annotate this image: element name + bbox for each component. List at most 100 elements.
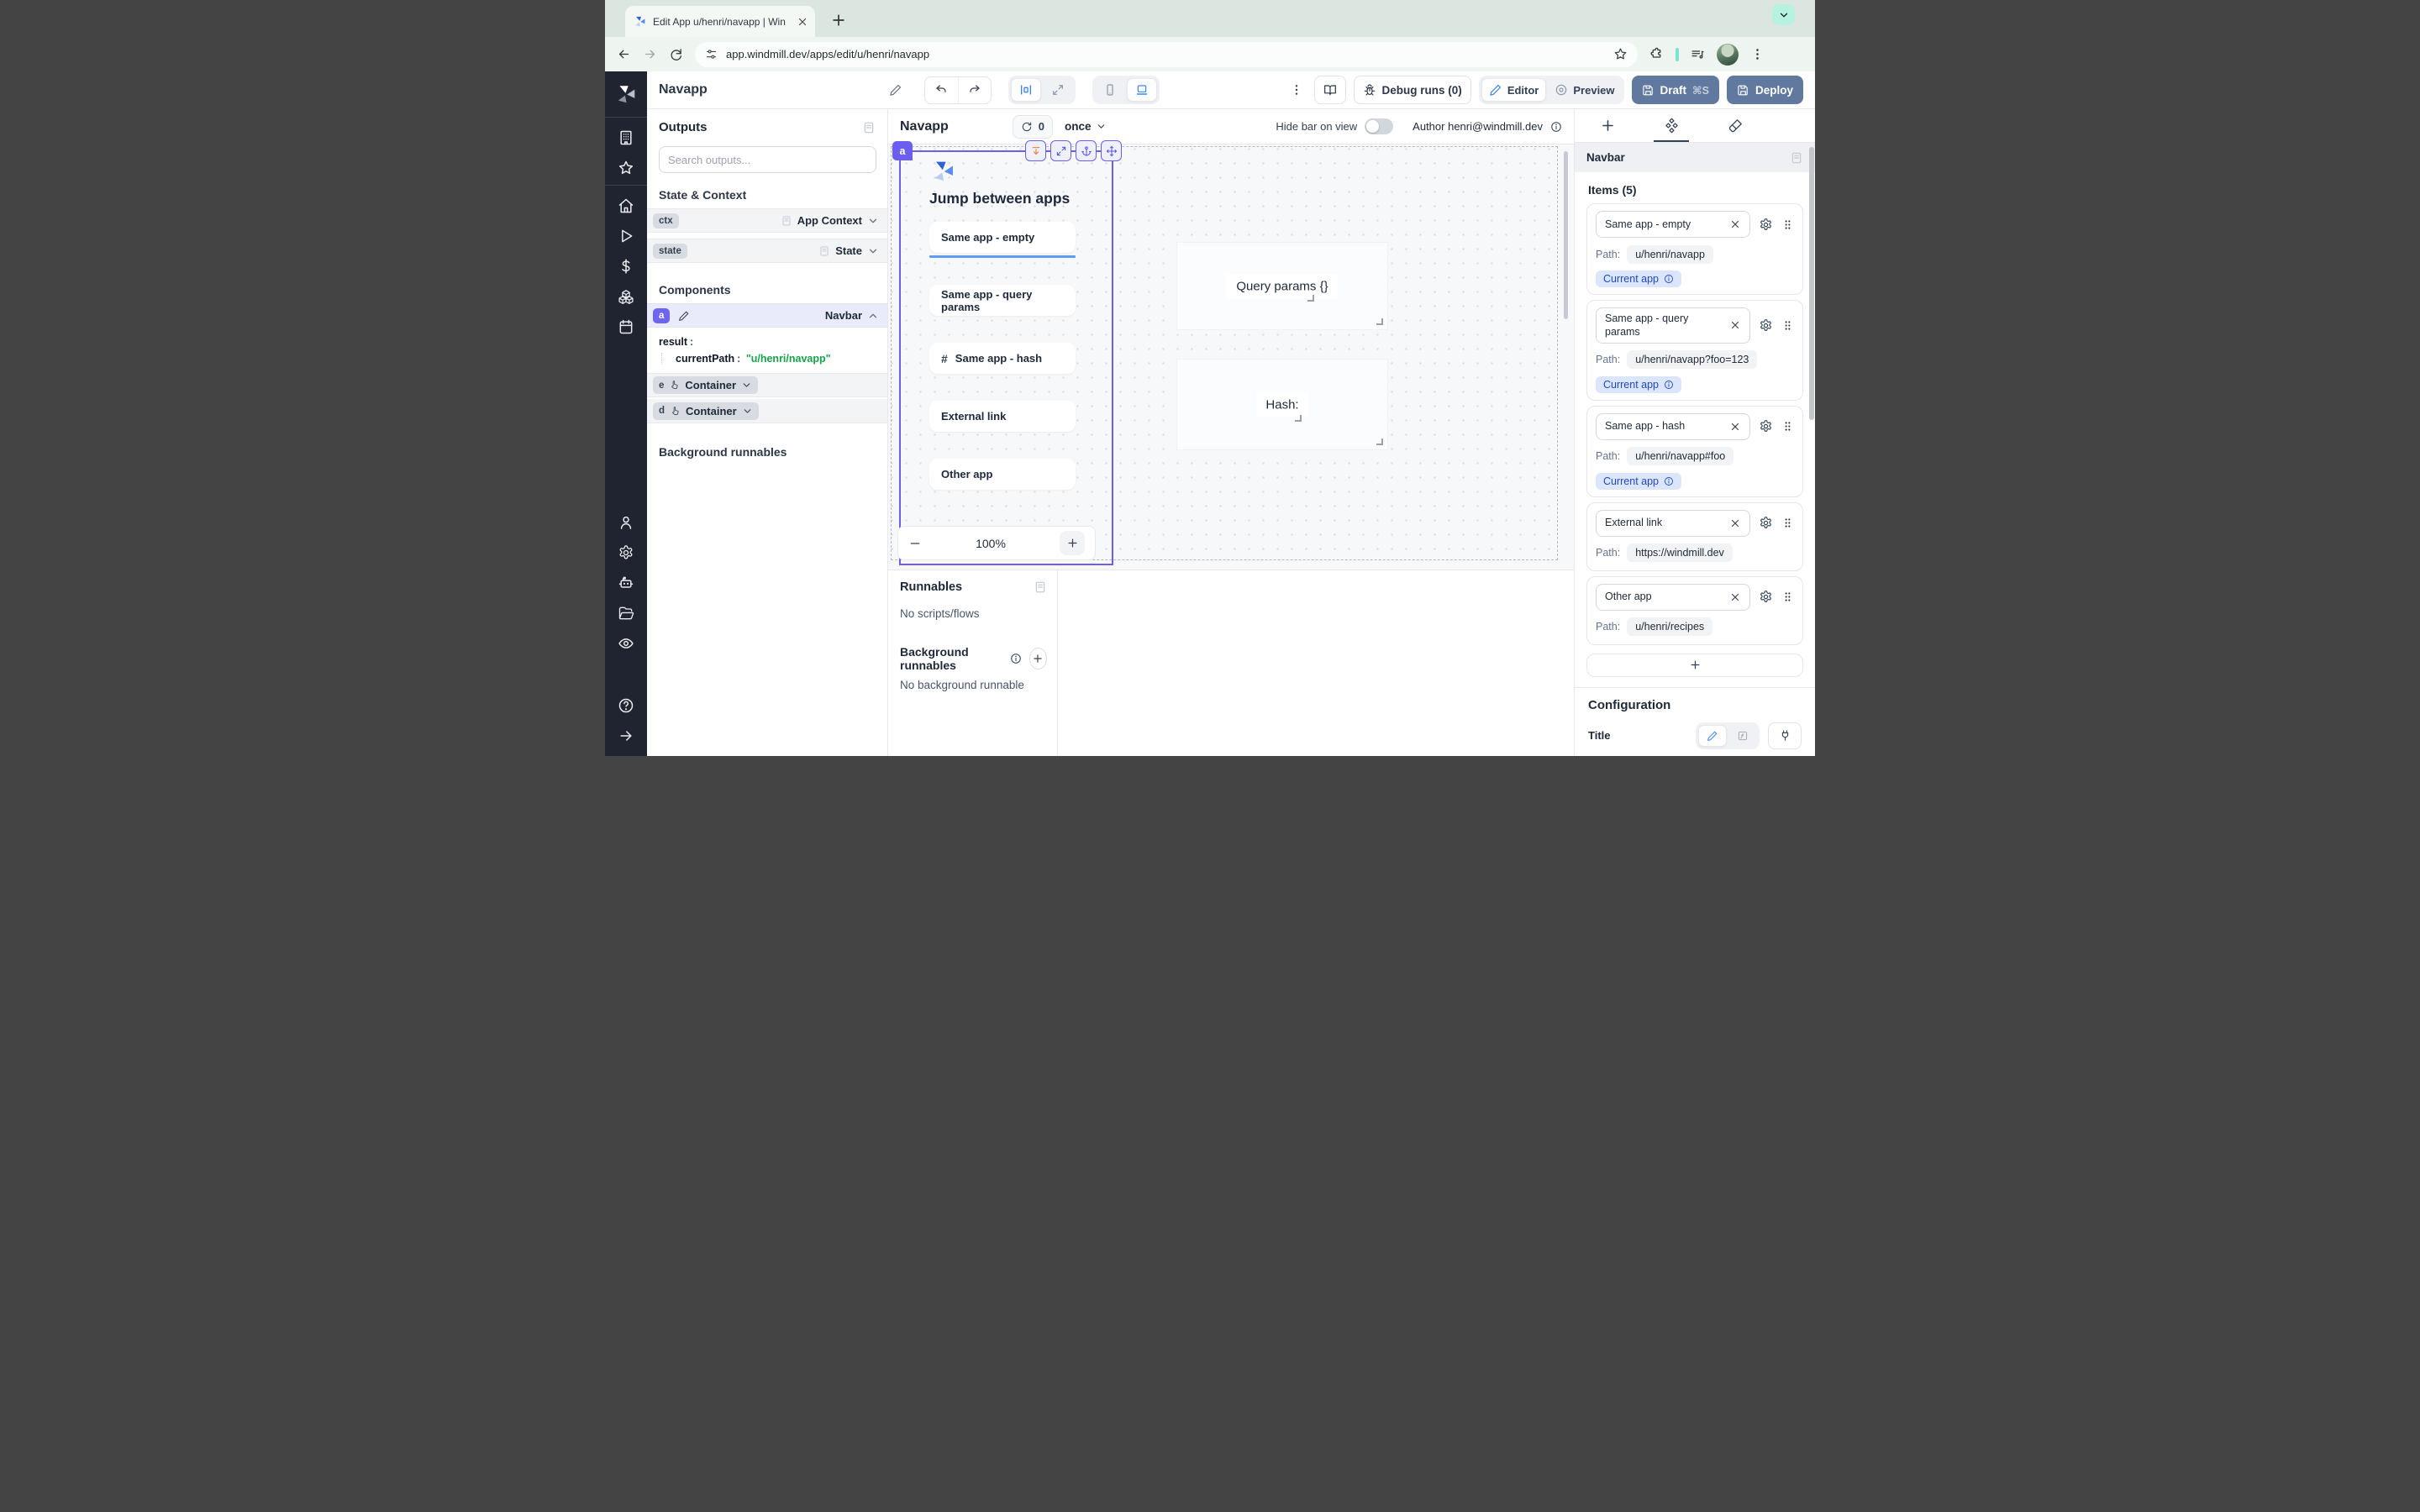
sidebar-item-runs-icon[interactable] [618, 228, 634, 244]
path-value[interactable]: u/henri/navapp?foo=123 [1627, 350, 1757, 369]
sidebar-item-home-icon[interactable] [618, 197, 634, 214]
app-nav-button[interactable]: Other app [929, 459, 1076, 490]
redo-button[interactable] [958, 77, 991, 103]
panel-doc-icon[interactable] [1790, 151, 1803, 165]
back-icon[interactable] [617, 47, 631, 61]
sidebar-item-variables-icon[interactable] [618, 258, 634, 275]
resize-handle[interactable] [1295, 415, 1302, 422]
draft-button[interactable]: Draft ⌘S [1632, 76, 1719, 104]
mobile-view-button[interactable] [1095, 78, 1125, 102]
deploy-button[interactable]: Deploy [1727, 76, 1803, 104]
bookmark-star-icon[interactable] [1613, 47, 1628, 61]
panel-doc-icon[interactable] [1034, 580, 1047, 594]
add-background-runnable-button[interactable] [1029, 648, 1047, 669]
search-outputs-input[interactable] [659, 146, 876, 173]
canvas-grid[interactable]: a Jump between apps Same app - emptySame… [891, 146, 1558, 560]
drag-handle-icon[interactable] [1781, 517, 1794, 529]
drag-handle-icon[interactable] [1781, 218, 1794, 231]
reload-icon[interactable] [669, 47, 683, 61]
zoom-in-button[interactable] [1060, 531, 1085, 555]
nav-item-label-pill[interactable]: External link [1596, 510, 1750, 537]
tab-strip-chevron-button[interactable] [1772, 4, 1795, 25]
sidebar-help-icon[interactable] [618, 697, 634, 714]
editor-tab[interactable]: Editor [1481, 78, 1547, 102]
chevron-down-icon[interactable] [867, 245, 879, 257]
site-settings-icon[interactable] [705, 48, 718, 60]
drag-handle-icon[interactable] [1781, 319, 1794, 332]
hash-container[interactable]: Hash: [1176, 359, 1388, 450]
tab-component-settings[interactable] [1654, 109, 1689, 142]
path-value[interactable]: u/henri/navapp#foo [1627, 447, 1733, 465]
app-nav-button[interactable]: Same app - query params [929, 285, 1076, 316]
windmill-logo[interactable] [615, 83, 637, 105]
sidebar-expand-icon[interactable] [618, 727, 634, 744]
add-nav-item-button[interactable] [1586, 654, 1803, 677]
undo-button[interactable] [925, 77, 958, 103]
expression-mode-button[interactable] [1728, 725, 1757, 747]
nav-item-label-pill[interactable]: Same app - hash [1596, 413, 1750, 440]
nav-item-label-pill[interactable]: Other app [1596, 584, 1750, 611]
remove-item-icon[interactable] [1729, 591, 1741, 603]
browser-menu-icon[interactable] [1750, 47, 1765, 61]
item-settings-gear-icon[interactable] [1759, 516, 1773, 530]
chevron-down-icon[interactable] [741, 380, 752, 391]
ctx-row[interactable]: ctx App Context [647, 208, 887, 233]
sidebar-item-workspace-icon[interactable] [618, 129, 634, 146]
chevron-down-icon[interactable] [867, 215, 879, 227]
extensions-puzzle-icon[interactable] [1649, 47, 1664, 61]
canvas-scrollbar[interactable] [1564, 151, 1568, 319]
nav-item-label-pill[interactable]: Same app - query params [1596, 307, 1750, 344]
drag-handle-icon[interactable] [1781, 420, 1794, 433]
chevron-down-icon[interactable] [742, 406, 753, 417]
app-nav-button[interactable]: #Same app - hash [929, 343, 1076, 374]
item-settings-gear-icon[interactable] [1759, 318, 1773, 333]
state-row[interactable]: state State [647, 239, 887, 263]
app-nav-button[interactable]: External link [929, 401, 1076, 432]
item-settings-gear-icon[interactable] [1759, 218, 1773, 232]
resize-handle[interactable] [1376, 438, 1383, 445]
address-bar[interactable]: app.windmill.dev/apps/edit/u/henri/navap… [695, 42, 1638, 67]
drag-handle-icon[interactable] [1781, 591, 1794, 603]
browser-tab[interactable]: Edit App u/henri/navapp | Win [625, 6, 815, 37]
rename-app-pencil-icon[interactable] [889, 83, 902, 97]
app-nav-button[interactable]: Same app - empty [929, 222, 1076, 253]
sidebar-item-favorites-icon[interactable] [618, 160, 634, 176]
fullwidth-layout-button[interactable] [1043, 78, 1073, 102]
remove-item-icon[interactable] [1729, 517, 1741, 529]
remove-item-icon[interactable] [1729, 218, 1741, 230]
selected-navbar-component[interactable]: a Jump between apps Same app - emptySame… [899, 150, 1113, 565]
pencil-icon[interactable] [678, 310, 690, 322]
canvas-body[interactable]: a Jump between apps Same app - emptySame… [888, 144, 1574, 570]
refresh-count-button[interactable]: 0 [1013, 115, 1053, 139]
connect-button[interactable] [1768, 722, 1802, 749]
desktop-view-button[interactable] [1127, 78, 1157, 102]
tab-styling[interactable] [1718, 109, 1753, 142]
sidebar-item-users-icon[interactable] [618, 514, 634, 531]
remove-item-icon[interactable] [1729, 319, 1741, 331]
docs-button[interactable] [1314, 76, 1346, 104]
new-tab-button[interactable] [830, 12, 847, 29]
panel-doc-icon[interactable] [862, 121, 876, 134]
info-icon[interactable] [1664, 380, 1674, 390]
run-mode-dropdown[interactable]: once [1065, 120, 1107, 133]
sidebar-item-settings-icon[interactable] [618, 544, 634, 561]
forward-icon[interactable] [643, 47, 657, 61]
item-settings-gear-icon[interactable] [1759, 419, 1773, 433]
preview-tab[interactable]: Preview [1548, 78, 1621, 102]
debug-runs-button[interactable]: Debug runs (0) [1354, 76, 1471, 104]
static-mode-button[interactable] [1698, 725, 1727, 747]
sidebar-item-folders-icon[interactable] [618, 605, 634, 622]
query-params-container[interactable]: Query params {} [1176, 242, 1388, 330]
component-row-container[interactable]: dContainer [647, 399, 887, 423]
tab-insert-component[interactable] [1590, 109, 1625, 142]
chevron-up-icon[interactable] [867, 310, 879, 322]
nav-item-label-pill[interactable]: Same app - empty [1596, 211, 1750, 238]
tab-close-icon[interactable] [797, 16, 808, 28]
info-icon[interactable] [1010, 653, 1022, 664]
path-value[interactable]: https://windmill.dev [1627, 543, 1733, 562]
zoom-out-icon[interactable] [908, 537, 922, 550]
sidebar-item-schedules-icon[interactable] [618, 318, 634, 335]
info-icon[interactable] [1664, 274, 1674, 284]
sidebar-item-workers-icon[interactable] [618, 575, 634, 591]
browser-profile-avatar[interactable] [1717, 44, 1739, 66]
